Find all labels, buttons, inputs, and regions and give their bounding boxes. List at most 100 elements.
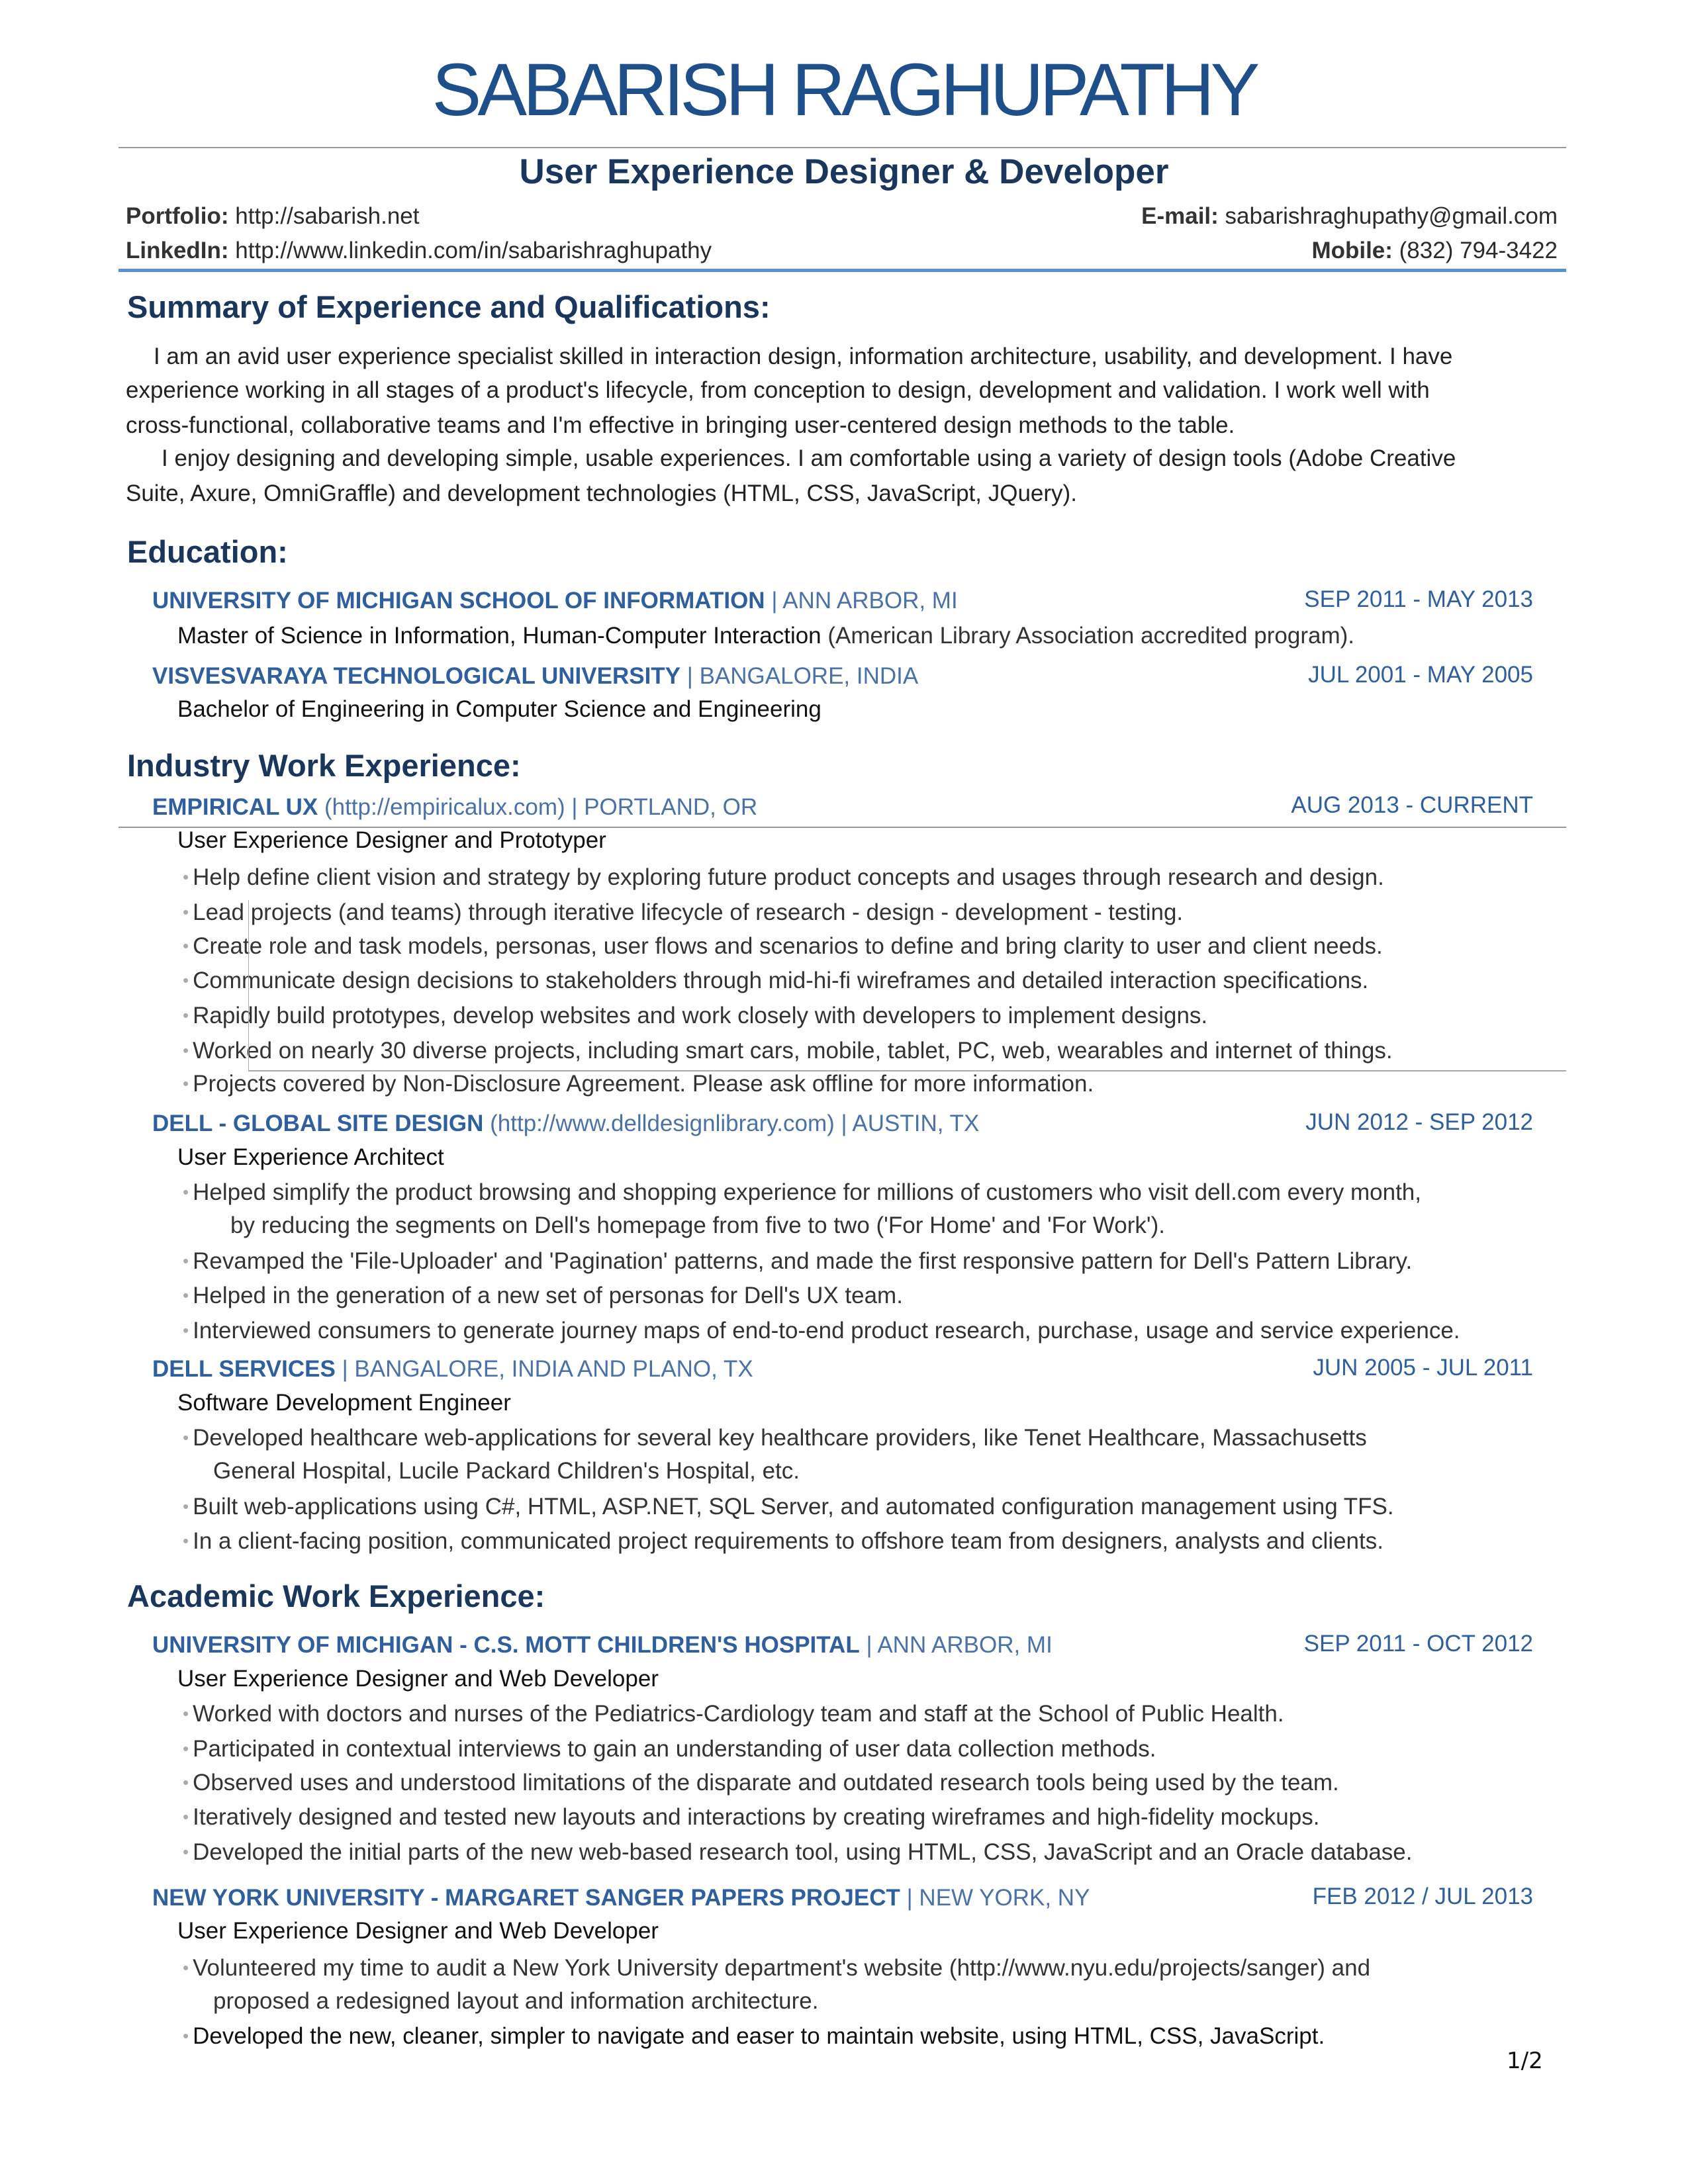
- company-name: DELL - GLOBAL SITE DESIGN: [152, 1111, 484, 1136]
- contact-divider: [118, 269, 1566, 272]
- job-bullet: • Worked with doctors and nurses of the P…: [183, 1701, 1284, 1727]
- industry-heading: Industry Work Experience:: [127, 748, 521, 783]
- email-label: E-mail:: [1141, 203, 1219, 229]
- company-location: | ANN ARBOR, MI: [859, 1632, 1053, 1658]
- email-link[interactable]: sabarishraghupathy@gmail.com: [1225, 203, 1558, 229]
- job-company-line: DELL - GLOBAL SITE DESIGN (http://www.de…: [152, 1111, 979, 1137]
- company-name: UNIVERSITY OF MICHIGAN - C.S. MOTT CHILD…: [152, 1632, 860, 1658]
- school-name: UNIVERSITY OF MICHIGAN SCHOOL OF INFORMA…: [152, 588, 765, 614]
- header-divider: [118, 147, 1566, 148]
- job-bullet: • Developed healthcare web-applications f…: [183, 1425, 1367, 1451]
- job-bullet: • Rapidly build prototypes, develop websi…: [183, 1003, 1208, 1028]
- scan-artifact-line: [248, 900, 249, 1071]
- school-dates: JUL 2001 - MAY 2005: [1308, 662, 1533, 688]
- job-bullet-continued: by reducing the segments on Dell's homep…: [230, 1212, 1165, 1238]
- school-name: VISVESVARAYA TECHNOLOGICAL UNIVERSITY: [152, 663, 681, 689]
- job-bullet: • Observed uses and understood limitation…: [183, 1770, 1339, 1796]
- job-bullet: • Create role and task models, personas, …: [183, 933, 1383, 959]
- degree-line: Master of Science in Information, Human-…: [177, 623, 1354, 649]
- job-bullet: • Projects covered by Non-Disclosure Agre…: [183, 1071, 1094, 1097]
- bullet-icon: •: [183, 1704, 189, 1723]
- mobile-label: Mobile:: [1311, 238, 1393, 263]
- company-url[interactable]: (http://www.delldesignlibrary.com): [483, 1111, 835, 1136]
- linkedin-label: LinkedIn:: [126, 238, 229, 263]
- bullet-icon: •: [183, 1772, 189, 1792]
- degree-note: (American Library Association accredited…: [821, 623, 1354, 649]
- linkedin-link[interactable]: http://www.linkedin.com/in/sabarishraghu…: [235, 238, 712, 263]
- company-location: | AUSTIN, TX: [834, 1111, 980, 1136]
- job-bullet: • Developed the new, cleaner, simpler to …: [183, 2023, 1325, 2049]
- job-company-line: EMPIRICAL UX (http://empiricalux.com) | …: [152, 794, 757, 821]
- company-name: NEW YORK UNIVERSITY - MARGARET SANGER PA…: [152, 1885, 900, 1911]
- summary-line: I enjoy designing and developing simple,…: [162, 445, 1456, 471]
- job-role: User Experience Architect: [177, 1144, 444, 1170]
- job-bullet: • Helped in the generation of a new set o…: [183, 1283, 903, 1308]
- bullet-icon: •: [183, 902, 189, 922]
- bullet-icon: •: [183, 970, 189, 990]
- bullet-icon: •: [183, 1807, 189, 1827]
- portfolio-line: Portfolio: http://sabarish.net: [126, 203, 420, 230]
- job-dates: SEP 2011 - OCT 2012: [1303, 1631, 1533, 1657]
- job-bullet: • In a client-facing position, communicat…: [183, 1528, 1383, 1554]
- job-bullet: • Developed the initial parts of the new …: [183, 1839, 1413, 1865]
- job-bullet: • Revamped the 'File-Uploader' and 'Pagin…: [183, 1248, 1413, 1274]
- job-bullet-continued: proposed a redesigned layout and informa…: [213, 1988, 819, 2014]
- bullet-icon: •: [183, 1251, 189, 1271]
- job-bullet: • Worked on nearly 30 diverse projects, i…: [183, 1038, 1393, 1064]
- portfolio-label: Portfolio:: [126, 203, 229, 229]
- portfolio-link[interactable]: http://sabarish.net: [235, 203, 419, 229]
- job-dates: JUN 2012 - SEP 2012: [1305, 1109, 1533, 1135]
- summary-line: cross-functional, collaborative teams an…: [126, 412, 1235, 438]
- school-line: UNIVERSITY OF MICHIGAN SCHOOL OF INFORMA…: [152, 588, 958, 614]
- bullet-icon: •: [183, 1073, 189, 1093]
- job-bullet-continued: General Hospital, Lucile Packard Childre…: [213, 1458, 800, 1484]
- job-bullet: • Communicate design decisions to stakeho…: [183, 968, 1369, 993]
- company-name: DELL SERVICES: [152, 1356, 336, 1382]
- bullet-icon: •: [183, 867, 189, 887]
- education-heading: Education:: [127, 534, 288, 569]
- job-bullet: • Interviewed consumers to generate journ…: [183, 1318, 1460, 1343]
- job-bullet: • Participated in contextual interviews t…: [183, 1736, 1156, 1762]
- job-role: Software Development Engineer: [177, 1390, 511, 1416]
- page-number: 1/2: [1507, 2048, 1543, 2074]
- bullet-icon: •: [183, 1320, 189, 1340]
- degree: Master of Science in Information, Human-…: [177, 623, 821, 649]
- company-name: EMPIRICAL UX: [152, 794, 318, 820]
- job-company-line: UNIVERSITY OF MICHIGAN - C.S. MOTT CHILD…: [152, 1632, 1053, 1659]
- job-dates: FEB 2012 / JUL 2013: [1312, 1884, 1533, 1909]
- job-role: User Experience Designer and Web Develop…: [177, 1666, 659, 1692]
- bullet-icon: •: [183, 1496, 189, 1516]
- company-location: | PORTLAND, OR: [565, 794, 758, 820]
- school-dates: SEP 2011 - MAY 2013: [1304, 586, 1533, 612]
- job-bullet: • Lead projects (and teams) through itera…: [183, 899, 1184, 925]
- job-company-line: DELL SERVICES | BANGALORE, INDIA AND PLA…: [152, 1356, 753, 1383]
- bullet-icon: •: [183, 1182, 189, 1202]
- email-line: E-mail: sabarishraghupathy@gmail.com: [1141, 203, 1558, 230]
- school-line: VISVESVARAYA TECHNOLOGICAL UNIVERSITY | …: [152, 663, 918, 690]
- mobile-number: (832) 794-3422: [1399, 238, 1558, 263]
- scan-artifact-line: [248, 1070, 1566, 1071]
- bullet-icon: •: [183, 1428, 189, 1447]
- bullet-icon: •: [183, 1285, 189, 1305]
- company-location: | BANGALORE, INDIA AND PLANO, TX: [335, 1356, 753, 1382]
- linkedin-line: LinkedIn: http://www.linkedin.com/in/sab…: [126, 238, 712, 264]
- school-location: | BANGALORE, INDIA: [686, 663, 919, 689]
- job-dates: JUN 2005 - JUL 2011: [1313, 1355, 1533, 1381]
- job-dates: AUG 2013 - CURRENT: [1291, 792, 1533, 818]
- company-url[interactable]: (http://empiricalux.com): [318, 794, 565, 820]
- resume-title: User Experience Designer & Developer: [519, 152, 1169, 191]
- job-company-line: NEW YORK UNIVERSITY - MARGARET SANGER PA…: [152, 1885, 1090, 1911]
- job-role: User Experience Designer and Web Develop…: [177, 1918, 659, 1944]
- bullet-icon: •: [183, 1842, 189, 1862]
- summary-line: experience working in all stages of a pr…: [126, 377, 1430, 403]
- mobile-line: Mobile: (832) 794-3422: [1311, 238, 1558, 264]
- job-bullet: • Volunteered my time to audit a New York…: [183, 1955, 1371, 1981]
- summary-line: Suite, Axure, OmniGraffle) and developme…: [126, 480, 1077, 506]
- bullet-icon: •: [183, 936, 189, 956]
- job-role: User Experience Designer and Prototyper: [177, 827, 606, 853]
- bullet-icon: •: [183, 1005, 189, 1025]
- resume-name: SABARISH RAGHUPATHY: [432, 48, 1260, 131]
- company-location: | NEW YORK, NY: [900, 1885, 1090, 1911]
- summary-line: I am an avid user experience specialist …: [154, 343, 1453, 369]
- summary-heading: Summary of Experience and Qualifications…: [127, 289, 771, 324]
